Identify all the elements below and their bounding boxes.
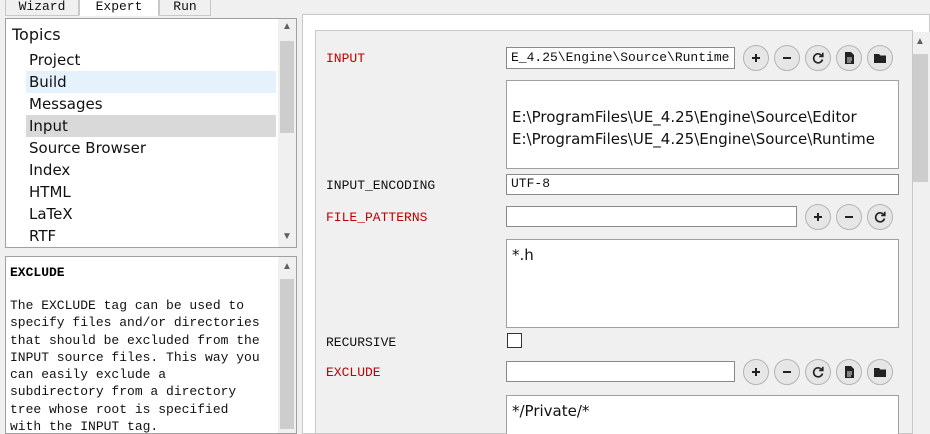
select-file-button[interactable]: [836, 359, 862, 385]
exclude-list[interactable]: */Private/*: [506, 395, 899, 434]
input-encoding-label: INPUT_ENCODING: [326, 178, 436, 193]
folder-icon: [874, 54, 886, 63]
help-title: EXCLUDE: [10, 265, 65, 280]
recursive-label: RECURSIVE: [326, 335, 397, 350]
help-panel: EXCLUDE The EXCLUDE tag can be used to s…: [5, 256, 297, 434]
input-list[interactable]: E:\ProgramFiles\UE_4.25\Engine\Source\Ed…: [506, 80, 899, 169]
plus-icon: [752, 54, 760, 62]
scroll-up-icon[interactable]: ▲: [278, 21, 296, 33]
refresh-icon: [874, 211, 886, 223]
folder-icon: [874, 368, 886, 377]
file-patterns-label: FILE_PATTERNS: [326, 210, 428, 225]
scroll-thumb[interactable]: [912, 54, 928, 182]
minus-icon: [783, 371, 791, 373]
help-scrollbar[interactable]: ▲: [278, 257, 296, 433]
scroll-down-icon[interactable]: ▼: [278, 231, 296, 243]
plus-icon: [752, 368, 760, 376]
select-folder-button[interactable]: [867, 45, 893, 71]
scroll-thumb[interactable]: [280, 279, 294, 429]
tab-expert[interactable]: Expert: [79, 0, 159, 16]
topics-title: Topics: [12, 25, 61, 44]
help-text: The EXCLUDE tag can be used to specify f…: [10, 298, 260, 434]
topic-latex[interactable]: LaTeX: [26, 203, 276, 225]
minus-icon: [783, 57, 791, 59]
topic-input[interactable]: Input: [26, 115, 276, 137]
add-button[interactable]: [743, 45, 769, 71]
file-icon: [845, 366, 854, 378]
exclude-field[interactable]: [506, 361, 735, 382]
topic-index[interactable]: Index: [26, 159, 276, 181]
refresh-icon: [812, 366, 824, 378]
tab-wizard[interactable]: Wizard: [5, 0, 79, 16]
settings-scrollbar[interactable]: ▲: [910, 32, 930, 434]
topic-source-browser[interactable]: Source Browser: [26, 137, 276, 159]
topic-html[interactable]: HTML: [26, 181, 276, 203]
exclude-label: EXCLUDE: [326, 365, 381, 380]
topics-panel: Topics Project Build Messages Input Sour…: [5, 18, 297, 248]
file-patterns-field[interactable]: [506, 206, 797, 227]
select-file-button[interactable]: [836, 45, 862, 71]
select-folder-button[interactable]: [867, 359, 893, 385]
remove-button[interactable]: [774, 359, 800, 385]
add-button[interactable]: [805, 204, 831, 230]
recursive-checkbox[interactable]: [507, 333, 522, 348]
topic-messages[interactable]: Messages: [26, 93, 276, 115]
topic-project[interactable]: Project: [26, 49, 276, 71]
remove-button[interactable]: [774, 45, 800, 71]
topic-build[interactable]: Build: [26, 71, 276, 93]
scroll-thumb[interactable]: [280, 41, 294, 133]
update-button[interactable]: [805, 359, 831, 385]
minus-icon: [845, 216, 853, 218]
input-encoding-field[interactable]: UTF-8: [506, 174, 899, 195]
plus-icon: [814, 213, 822, 221]
input-field[interactable]: E_4.25\Engine\Source\Runtime: [506, 47, 735, 69]
update-button[interactable]: [805, 45, 831, 71]
remove-button[interactable]: [836, 204, 862, 230]
topics-scrollbar[interactable]: ▲ ▼: [278, 19, 296, 247]
topic-rtf[interactable]: RTF: [26, 225, 276, 247]
scroll-up-icon[interactable]: ▲: [278, 261, 296, 273]
file-icon: [845, 52, 854, 64]
update-button[interactable]: [867, 204, 893, 230]
tab-run[interactable]: Run: [159, 0, 211, 16]
input-label: INPUT: [326, 51, 366, 66]
file-patterns-list[interactable]: *.h: [506, 239, 899, 328]
scroll-up-icon[interactable]: ▲: [910, 36, 930, 48]
refresh-icon: [812, 52, 824, 64]
add-button[interactable]: [743, 359, 769, 385]
